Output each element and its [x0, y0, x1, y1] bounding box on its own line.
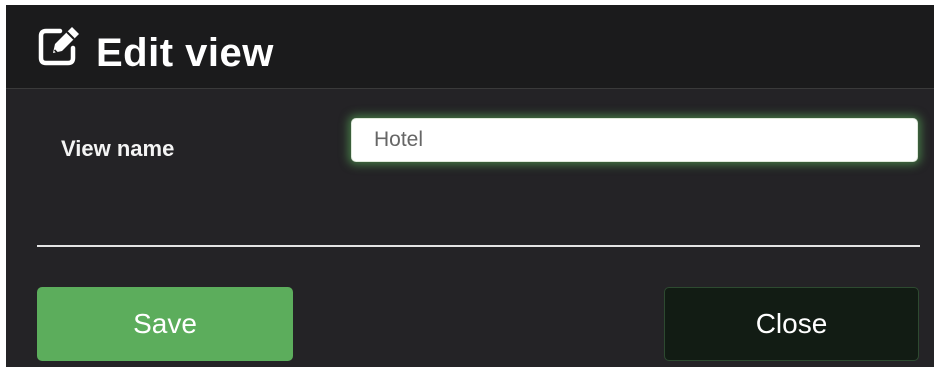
view-name-input[interactable]: [351, 118, 918, 162]
view-name-label: View name: [61, 136, 175, 161]
edit-view-dialog: Edit view View name Save Close: [6, 5, 934, 367]
save-button[interactable]: Save: [37, 287, 293, 361]
close-button[interactable]: Close: [664, 287, 919, 361]
dialog-title: Edit view: [96, 31, 274, 75]
edit-icon: [36, 25, 82, 67]
dialog-header: Edit view: [6, 5, 934, 89]
divider: [37, 245, 920, 247]
